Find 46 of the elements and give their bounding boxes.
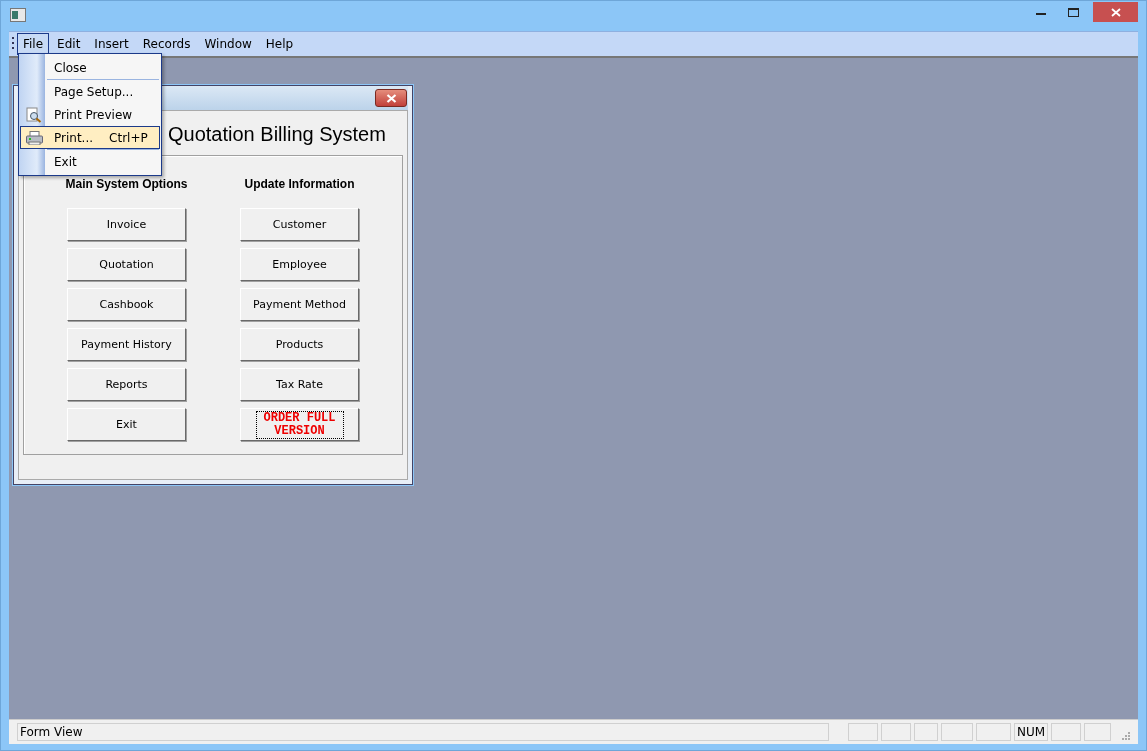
form-button[interactable]: Customer [240, 208, 359, 241]
status-text: Form View [17, 723, 829, 741]
menu-option[interactable]: Page Setup... [20, 80, 160, 103]
menu-option[interactable]: Close [20, 56, 160, 79]
form-heading: Quotation Billing System [168, 122, 386, 147]
printer-icon [25, 130, 43, 145]
form-button[interactable]: Tax Rate [240, 368, 359, 401]
form-button[interactable]: Reports [67, 368, 186, 401]
form-button[interactable]: Quotation [67, 248, 186, 281]
menu-item[interactable]: File [17, 33, 50, 55]
form-button[interactable]: Products [240, 328, 359, 361]
form-button[interactable]: Employee [240, 248, 359, 281]
menu-item[interactable]: Records [136, 33, 197, 55]
order-button[interactable]: ORDER FULL VERSION [240, 408, 359, 441]
num-lock-indicator: NUM [1014, 723, 1048, 741]
status-panel [914, 723, 938, 741]
menu-option[interactable]: Exit [20, 150, 160, 173]
status-panel [941, 723, 973, 741]
status-panel [848, 723, 878, 741]
section-heading: Main System Options [65, 177, 188, 191]
status-panel [1084, 723, 1111, 741]
form-button[interactable]: Cashbook [67, 288, 186, 321]
form-button[interactable]: Payment Method [240, 288, 359, 321]
close-icon [385, 93, 397, 103]
menu-item[interactable]: Help [259, 33, 300, 55]
menu-item[interactable]: Insert [88, 33, 135, 55]
grip-icon [12, 36, 15, 52]
app-icon [10, 8, 26, 22]
menu-option[interactable]: Print... Ctrl+P [20, 126, 160, 149]
maximize-icon[interactable] [1068, 8, 1079, 17]
close-button[interactable] [375, 89, 407, 107]
section-heading: Update Information [244, 177, 355, 191]
resize-grip-icon [1122, 731, 1131, 741]
menu-item[interactable]: Window [198, 33, 258, 55]
form-button[interactable]: Exit [67, 408, 186, 441]
status-panel [1051, 723, 1081, 741]
menu-item[interactable]: Edit [51, 33, 87, 55]
minimize-icon[interactable] [1036, 13, 1046, 16]
status-panel [881, 723, 911, 741]
close-icon [1110, 7, 1121, 17]
status-panel [976, 723, 1011, 741]
menu-option[interactable]: Print Preview [20, 103, 160, 126]
form-button[interactable]: Invoice [67, 208, 186, 241]
magnifier-page-icon [26, 106, 42, 123]
close-button[interactable] [1093, 2, 1138, 22]
form-button[interactable]: Payment History [67, 328, 186, 361]
